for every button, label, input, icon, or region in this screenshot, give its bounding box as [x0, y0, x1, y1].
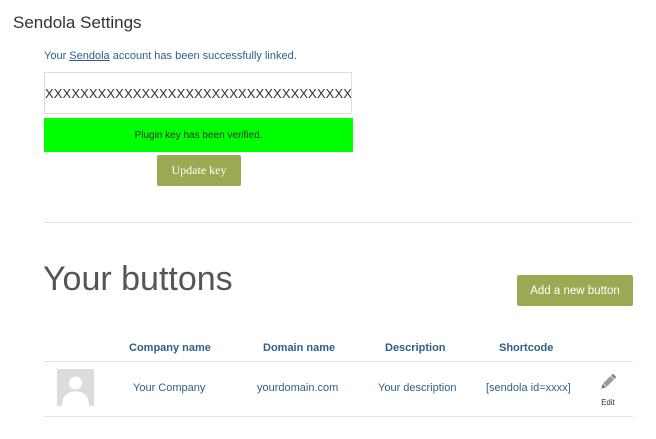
- table-row: Your Company yourdomain.com Your descrip…: [44, 362, 633, 417]
- sendola-link[interactable]: Sendola: [69, 50, 109, 62]
- user-placeholder-icon: [57, 369, 94, 406]
- edit-button[interactable]: Edit: [596, 372, 620, 407]
- column-header-domain: Domain name: [263, 342, 336, 354]
- column-header-shortcode: Shortcode: [499, 342, 554, 354]
- column-header-company: Company name: [129, 342, 211, 354]
- plugin-key-input[interactable]: [44, 72, 352, 114]
- pencil-icon: [598, 372, 618, 397]
- cell-description: Your description: [378, 382, 457, 394]
- cell-domain: yourdomain.com: [257, 382, 339, 394]
- add-new-button[interactable]: Add a new button: [517, 275, 633, 306]
- key-verified-text: Plugin key has been verified.: [134, 129, 263, 141]
- cell-company: Your Company: [133, 382, 206, 394]
- column-header-description: Description: [385, 342, 446, 354]
- sendola-settings-page: Sendola Settings Your Sendola account ha…: [0, 0, 656, 439]
- table-header: Company name Domain name Description Sho…: [44, 334, 633, 362]
- buttons-heading: Your buttons: [43, 260, 233, 298]
- linked-message-suffix: account has been successfully linked.: [109, 50, 297, 62]
- cell-shortcode: [sendola id=xxxx]: [486, 382, 571, 394]
- linked-message-prefix: Your: [44, 50, 70, 62]
- section-divider: [44, 222, 633, 223]
- buttons-table: Company name Domain name Description Sho…: [44, 334, 633, 417]
- account-linked-message: Your Sendola account has been successful…: [44, 50, 297, 62]
- edit-label: Edit: [601, 398, 615, 407]
- page-title: Sendola Settings: [13, 13, 142, 32]
- key-verified-banner: Plugin key has been verified.: [44, 118, 353, 152]
- update-key-button[interactable]: Update key: [157, 155, 241, 186]
